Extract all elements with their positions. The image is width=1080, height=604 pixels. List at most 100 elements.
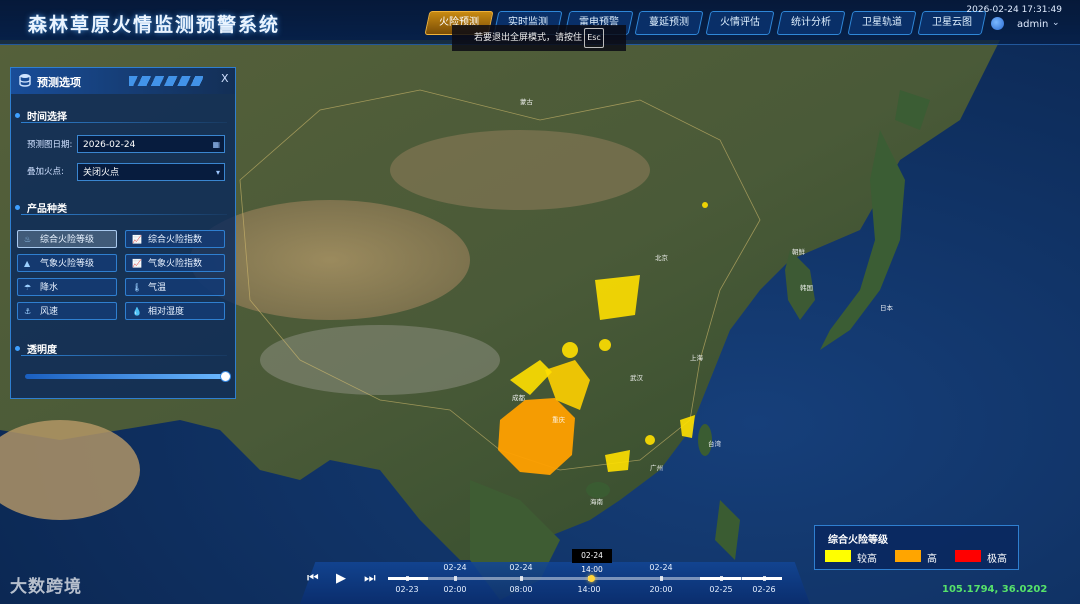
timeline-tick	[454, 576, 457, 581]
opacity-slider-handle[interactable]	[220, 371, 231, 382]
overlay-value: 关闭火点	[83, 168, 120, 178]
map-place-label: 海南	[590, 498, 603, 506]
database-icon	[19, 74, 31, 87]
date-label: 预测图日期:	[27, 140, 73, 150]
timeline-bar	[300, 562, 810, 604]
timeline-tick	[660, 576, 663, 581]
product-button-2[interactable]: ▲ 气象火险等级	[17, 254, 117, 272]
divider	[21, 214, 227, 215]
overlay-fire-select[interactable]: 关闭火点 ▾	[77, 163, 225, 181]
section-opacity: 透明度	[27, 345, 57, 356]
overlay-label: 叠加火点:	[27, 167, 64, 177]
nav-tab-6[interactable]: 卫星轨道	[847, 11, 917, 35]
product-label: 综合火险等级	[40, 235, 95, 245]
nav-tab-3[interactable]: 蔓延预测	[634, 11, 704, 35]
close-icon[interactable]: X	[221, 72, 229, 85]
section-dot-icon	[15, 346, 20, 351]
chart-icon: 📈	[132, 235, 142, 244]
calendar-icon[interactable]: ▦	[212, 136, 220, 154]
wind-icon: ⚓	[24, 307, 32, 316]
risk-legend: 综合火险等级 较高 高 极高	[814, 525, 1019, 570]
legend-label: 极高	[987, 554, 1007, 565]
product-button-5[interactable]: 🌡 气温	[125, 278, 225, 296]
divider	[21, 355, 227, 356]
product-button-3[interactable]: 📈 气象火险指数	[125, 254, 225, 272]
flame-icon: ♨	[24, 235, 32, 244]
user-avatar-icon[interactable]	[991, 17, 1004, 30]
map-place-label: 重庆	[552, 416, 565, 424]
panel-header: 预测选项 X	[11, 68, 235, 94]
map-place-label: 上海	[690, 354, 703, 362]
skip-back-icon[interactable]: ⏮	[307, 571, 319, 586]
product-label: 综合火险指数	[148, 235, 203, 245]
product-label: 风速	[40, 307, 59, 317]
timeline-label: 02-25	[709, 585, 733, 594]
cursor-coordinates: 105.1794, 36.0202	[942, 584, 1048, 595]
timeline-label: 02-23	[395, 585, 419, 594]
rain-icon: ☂	[24, 283, 32, 292]
product-button-6[interactable]: ⚓ 风速	[17, 302, 117, 320]
product-label: 降水	[40, 283, 59, 293]
product-label: 气温	[148, 283, 167, 293]
date-value: 2026-02-24	[83, 140, 136, 150]
section-dot-icon	[15, 113, 20, 118]
nav-tab-label: 统计分析	[791, 17, 831, 28]
nav-tab-label: 火情评估	[720, 17, 760, 28]
app-title: 森林草原火情监测预警系统	[28, 14, 281, 36]
divider	[21, 122, 227, 123]
panel-title: 预测选项	[37, 76, 81, 89]
brand-watermark: 大数跨境	[10, 577, 82, 597]
username[interactable]: admin	[1017, 19, 1048, 30]
nav-tab-label: 蔓延预测	[649, 17, 689, 28]
fullscreen-toast: 若要退出全屏模式，请按住 Esc	[452, 25, 626, 51]
risk-elevated-shanxi	[595, 275, 640, 320]
forecast-options-panel: 预测选项 X 时间选择 预测图日期: 2026-02-24 ▦ 叠加火点: 关闭…	[10, 67, 236, 399]
nav-tab-label: 卫星云图	[932, 17, 972, 28]
toast-text: 若要退出全屏模式，请按住	[474, 33, 583, 43]
legend-swatch	[825, 550, 851, 562]
product-button-7[interactable]: 💧 相对湿度	[125, 302, 225, 320]
product-label: 相对湿度	[148, 307, 185, 317]
map-place-label: 成都	[512, 394, 525, 402]
map-place-label: 台湾	[708, 440, 721, 448]
product-button-4[interactable]: ☂ 降水	[17, 278, 117, 296]
map-place-label: 蒙古	[520, 98, 533, 106]
header-stripes	[129, 76, 203, 86]
timeline-label: 20:00	[649, 585, 673, 594]
current-datetime: 2026-02-24 17:31:49	[966, 5, 1062, 15]
humidity-icon: 💧	[132, 307, 142, 316]
section-time: 时间选择	[27, 112, 67, 123]
opacity-slider[interactable]	[25, 374, 225, 379]
product-button-1[interactable]: 📈 综合火险指数	[125, 230, 225, 248]
map-place-label: 武汉	[630, 374, 643, 382]
map-place-label: 日本	[880, 304, 893, 312]
timeline-day-segment	[700, 577, 741, 580]
skip-forward-icon[interactable]: ⏭	[364, 571, 376, 586]
product-button-0[interactable]: ♨ 综合火险等级	[17, 230, 117, 248]
timeline-tick	[520, 576, 523, 581]
timeline-day-segment	[388, 577, 428, 580]
nav-tab-5[interactable]: 统计分析	[776, 11, 846, 35]
timeline-date-label: 02-24	[649, 563, 673, 572]
play-icon[interactable]: ▶	[336, 571, 346, 586]
esc-key-badge: Esc	[584, 28, 604, 48]
chevron-down-icon[interactable]: ⌄	[1052, 18, 1060, 28]
timeline-label: 14:00	[577, 585, 601, 594]
timeline-label: 02:00	[443, 585, 467, 594]
section-dot-icon	[15, 205, 20, 210]
legend-title: 综合火险等级	[828, 535, 888, 546]
legend-label: 较高	[857, 554, 877, 565]
timeline-date-label: 02-24	[509, 563, 533, 572]
timeline-day-segment	[742, 577, 782, 580]
forecast-date-input[interactable]: 2026-02-24 ▦	[77, 135, 225, 153]
timeline-date-label: 02-24	[443, 563, 467, 572]
warning-icon: ▲	[24, 259, 31, 268]
chevron-down-icon[interactable]: ▾	[216, 164, 220, 182]
section-product: 产品种类	[27, 204, 67, 215]
map-place-label: 北京	[655, 254, 668, 262]
timeline-label: 08:00	[509, 585, 533, 594]
legend-swatch	[895, 550, 921, 562]
nav-tab-4[interactable]: 火情评估	[705, 11, 775, 35]
thermometer-icon: 🌡	[132, 283, 143, 292]
product-label: 气象火险指数	[148, 259, 203, 269]
